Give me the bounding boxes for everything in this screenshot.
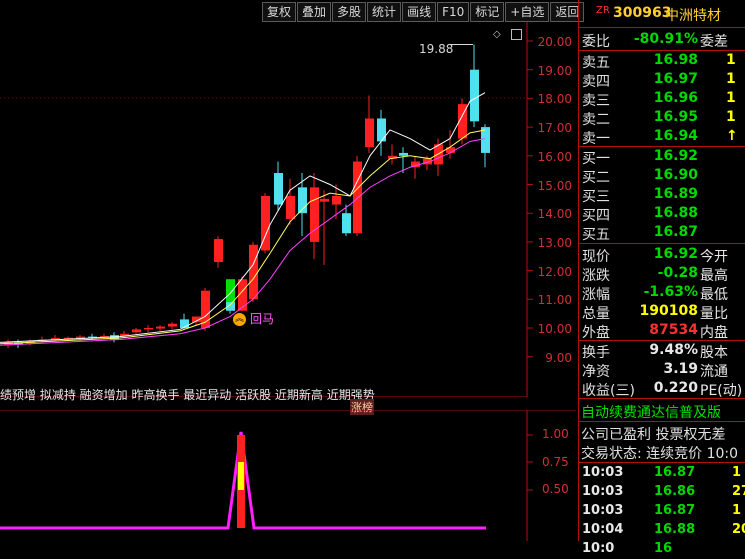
toolbar-button-6[interactable]: 标记 <box>470 2 505 22</box>
zr-badge: ZR <box>596 5 610 16</box>
stat-row: 涨跌 -0.28 最高 <box>582 265 728 284</box>
toolbar-button-7[interactable]: +自选 <box>505 2 550 22</box>
bid-row: 买五 16.87 <box>582 224 698 243</box>
ask-row: 卖五 16.98 1 <box>582 52 736 71</box>
news-line-1[interactable]: 自动续费通达信普及版 <box>581 402 721 422</box>
bid-row: 买二 16.90 <box>582 167 698 186</box>
indicator-tick-label: 0.75 <box>542 455 569 469</box>
price-tick-label: 14.00 <box>537 207 572 222</box>
price-tick-label: 20.00 <box>537 35 572 49</box>
pullback-icon: ︽ <box>233 313 246 326</box>
tick-row[interactable]: 10:0316.8627 <box>579 484 745 502</box>
price-tick-label: 19.00 <box>537 63 572 78</box>
candle-body <box>274 173 283 205</box>
price-tick-label: 9.00 <box>545 350 572 365</box>
toolbar-button-4[interactable]: 画线 <box>402 2 437 22</box>
bid-row: 买三 16.89 <box>582 186 698 205</box>
toolbar-button-3[interactable]: 统计 <box>367 2 402 22</box>
candle-body <box>214 239 223 262</box>
stock-name: 中洲特材 <box>665 8 721 24</box>
candle-body <box>342 213 351 234</box>
concept-tag-strip[interactable]: 绩预增 拟减持 融资增加 昨高换手 最近异动 活跃股 近期新高 近期强势 <box>0 386 576 402</box>
stat-row-2: 净资 3.19 流通 <box>582 361 728 380</box>
candle-body <box>399 152 408 156</box>
indicator-tick-label: 0.50 <box>542 482 569 496</box>
toolbar-button-1[interactable]: 叠加 <box>297 2 332 22</box>
stat-row: 总量 190108 量比 <box>582 303 728 322</box>
indicator-bar-highlight <box>238 462 244 490</box>
news-line-2[interactable]: 公司已盈利 投票权无差 <box>581 424 725 444</box>
trade-state: 交易状态: 连续竞价 10:0 <box>581 446 739 462</box>
price-tick-label: 15.00 <box>537 178 572 193</box>
price-tick-label: 10.00 <box>537 322 572 336</box>
bid-row: 买一 16.92 <box>582 148 698 167</box>
indicator-chart[interactable] <box>0 410 576 541</box>
wei-bi-row: 委比 -80.91% 委差 <box>582 31 728 50</box>
candle-body <box>168 323 177 327</box>
price-tick-label: 12.00 <box>537 264 572 279</box>
candlestick-chart[interactable] <box>0 22 576 397</box>
toolbar-button-5[interactable]: F10 <box>437 2 470 22</box>
stat-row-2: 收益(三) 0.220 PE(动) <box>582 380 743 399</box>
candle-body <box>470 69 479 122</box>
price-tick-label: 17.00 <box>537 121 572 136</box>
candle-body <box>332 195 341 205</box>
tick-row[interactable]: 10:03 16.87 1 <box>579 465 745 483</box>
ask-row: 卖二 16.95 1 <box>582 109 736 128</box>
tick-row[interactable]: 10:0416.8820 <box>579 522 745 540</box>
stat-row: 涨幅 -1.63% 最低 <box>582 284 728 303</box>
candle-body <box>144 328 153 330</box>
candle-body <box>377 118 386 142</box>
toolbar-button-2[interactable]: 多股 <box>332 2 367 22</box>
ask-row: 卖一 16.94 ↑ <box>582 128 738 147</box>
candle-body <box>286 195 295 219</box>
candle-body <box>310 187 319 242</box>
candle-body <box>353 161 362 234</box>
price-tick-label: 13.00 <box>537 235 572 250</box>
quote-panel: ZR 300963 中洲特材 委比 -80.91% 委差 卖五 16.98 1 卖四 1… <box>578 0 745 556</box>
stock-code: 300963 <box>613 5 672 21</box>
indicator-tick-label: 1.00 <box>542 427 569 441</box>
candle-body <box>365 118 374 148</box>
stat-row-2: 换手 9.48% 股本 <box>582 342 728 361</box>
stock-header: ZR 300963 中洲特材 <box>579 4 745 24</box>
tick-row[interactable]: 10:0 16 <box>579 541 745 559</box>
stat-row: 外盘 87534 内盘 <box>582 322 728 341</box>
high-price-marker: 19.88 <box>419 42 454 56</box>
chart-toolbar: 复权 叠加 多股 统计 画线 F10 标记 +自选 返回 <box>262 2 585 22</box>
candle-body <box>132 329 141 333</box>
stat-row: 现价 16.92 今开 <box>582 246 728 265</box>
toolbar-button-0[interactable]: 复权 <box>262 2 297 22</box>
tick-row[interactable]: 10:03 16.87 1 <box>579 503 745 521</box>
candle-body <box>156 326 165 329</box>
candle-body <box>320 198 329 202</box>
ask-row: 卖三 16.96 1 <box>582 90 736 109</box>
wei-bi-value: -80.91% <box>633 31 698 47</box>
candle-body <box>249 244 258 300</box>
ask-row: 卖四 16.97 1 <box>582 71 736 90</box>
bid-row: 买四 16.88 <box>582 205 698 224</box>
price-tick-label: 18.00 <box>537 92 572 107</box>
candle-body-green <box>226 279 235 303</box>
pullback-label: 回马 <box>250 312 275 326</box>
price-tick-label: 16.00 <box>537 149 572 164</box>
price-tick-label: 11.00 <box>537 293 572 308</box>
